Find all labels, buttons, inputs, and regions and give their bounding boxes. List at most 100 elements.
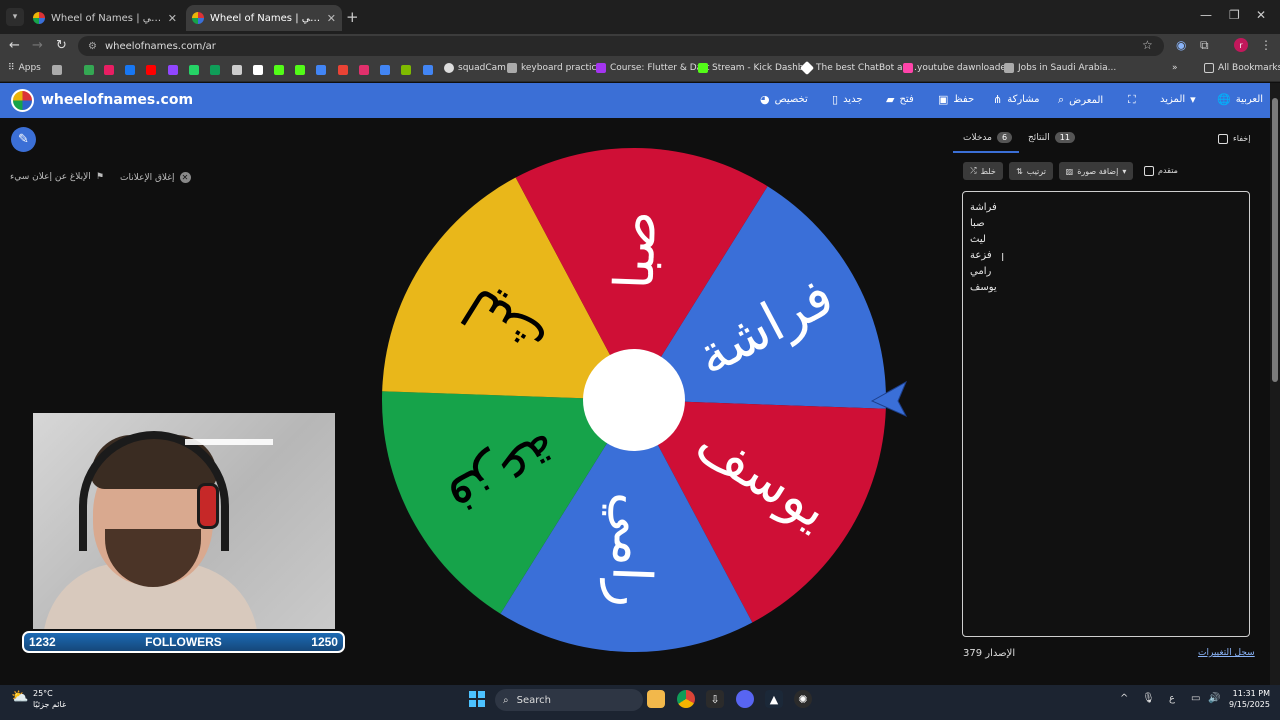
- kick-icon: [698, 63, 708, 73]
- chrome-icon[interactable]: [677, 690, 695, 708]
- browser-tab-1[interactable]: Wheel of Names | عجلة الاسم العشوائي ✕: [27, 5, 183, 31]
- changelog-link[interactable]: سجل التغييرات: [1198, 648, 1255, 658]
- close-icon[interactable]: ✕: [168, 12, 177, 25]
- bookmark-squadcam[interactable]: squadCam: [444, 63, 506, 73]
- close-ads-link[interactable]: إغلاق الإعلانات ✕: [120, 172, 191, 183]
- new-tab-button[interactable]: +: [346, 8, 359, 26]
- bookmark-icon[interactable]: [232, 65, 242, 75]
- entry-line: يوسف: [970, 282, 997, 293]
- site-info-icon[interactable]: ⚙: [88, 41, 97, 52]
- restore-icon[interactable]: ❐: [1229, 8, 1240, 22]
- instagram-icon[interactable]: [359, 65, 369, 75]
- bookmark-flutter-course[interactable]: Course: Flutter & Dart: [596, 63, 709, 73]
- save-button[interactable]: ▣ حفظ: [938, 93, 974, 106]
- edit-pencil-button[interactable]: ✎: [11, 127, 36, 152]
- bookmark-youtube-downloader[interactable]: youtube dawnloader: [903, 63, 1010, 73]
- kick-icon[interactable]: [295, 65, 305, 75]
- tray-overflow-icon[interactable]: ^: [1120, 693, 1128, 704]
- bookmark-jobs-saudi[interactable]: Jobs in Saudi Arabia...: [1004, 63, 1116, 73]
- site-logo-text[interactable]: wheelofnames.com: [41, 92, 193, 108]
- report-ad-link[interactable]: الإبلاغ عن إعلان سيء ⚑: [10, 172, 104, 182]
- shuffle-button[interactable]: ⤮ خلط: [963, 162, 1003, 180]
- profile-avatar[interactable]: r: [1234, 38, 1248, 52]
- forward-icon[interactable]: →: [32, 38, 43, 53]
- whatsapp-icon[interactable]: [189, 65, 199, 75]
- scrollbar-thumb[interactable]: [1272, 98, 1278, 382]
- reload-icon[interactable]: ↻: [56, 38, 67, 53]
- bookmark-icon[interactable]: [338, 65, 348, 75]
- share-button[interactable]: ⋔ مشاركة: [993, 93, 1040, 106]
- file-explorer-icon[interactable]: [647, 690, 665, 708]
- drive-icon[interactable]: [210, 65, 220, 75]
- advanced-checkbox[interactable]: [1144, 166, 1154, 176]
- bookmark-chatbot[interactable]: The best ChatBot an...: [799, 60, 917, 76]
- save-icon: ▣: [938, 93, 949, 106]
- discord-icon[interactable]: [736, 690, 754, 708]
- bookmark-apps[interactable]: ⠿ Apps: [8, 63, 41, 73]
- wheel-center-hub[interactable]: [583, 349, 685, 451]
- bookmark-icon[interactable]: [84, 65, 94, 75]
- wheel-segment-label: صبا: [603, 210, 669, 291]
- new-button[interactable]: ▯ جديد: [832, 93, 863, 106]
- window-close-icon[interactable]: ✕: [1256, 8, 1266, 22]
- close-icon[interactable]: ✕: [327, 12, 336, 25]
- extension-icon[interactable]: ◉: [1176, 38, 1186, 52]
- bookmark-icon[interactable]: [104, 65, 114, 75]
- minimize-icon[interactable]: —: [1200, 8, 1212, 22]
- language-menu[interactable]: 🌐 العربية: [1217, 93, 1263, 106]
- weather-widget[interactable]: 25°C غائم جزئيًا: [33, 688, 66, 710]
- bookmark-keyboard-practice[interactable]: keyboard practice: [507, 63, 602, 73]
- back-icon[interactable]: ←: [9, 38, 20, 53]
- tab-entries[interactable]: مدخلات 6: [963, 132, 1013, 143]
- browser-tab-2[interactable]: Wheel of Names | عجلة الاسم العشوائي ✕: [186, 5, 342, 31]
- microphone-icon[interactable]: 🎙: [1142, 693, 1155, 704]
- entry-line: ليث: [970, 234, 986, 245]
- add-image-button[interactable]: ▨ إضافة صورة ▾: [1059, 162, 1133, 180]
- windows-start-icon[interactable]: [469, 691, 485, 707]
- translate-icon[interactable]: [316, 65, 326, 75]
- sort-button[interactable]: ⇅ ترتيب: [1009, 162, 1053, 180]
- microsoft-icon[interactable]: [401, 65, 411, 75]
- all-bookmarks[interactable]: All Bookmarks: [1204, 63, 1280, 73]
- address-bar[interactable]: ⚙ wheelofnames.com/ar: [78, 36, 1164, 56]
- twitch-icon[interactable]: [168, 65, 178, 75]
- youtube-icon[interactable]: [146, 65, 156, 75]
- entries-textarea[interactable]: فراشة صبا ليث فزعة رامي يوسف: [962, 191, 1250, 637]
- wheel-segment-label: رامي: [599, 491, 666, 608]
- name-wheel[interactable]: فراشةيوسفراميفزعةليثصبا: [370, 140, 920, 660]
- app-icon[interactable]: ⇩: [706, 690, 724, 708]
- bookmark-icon[interactable]: [274, 65, 284, 75]
- weather-cloud-sun-icon[interactable]: ⛅: [11, 689, 28, 705]
- search-icon: ⌕: [1058, 93, 1065, 106]
- more-menu[interactable]: المزيد ▾: [1160, 93, 1196, 106]
- browser-menu-icon[interactable]: ⋮: [1260, 38, 1272, 52]
- globe-icon: 🌐: [1217, 93, 1231, 106]
- tab-title: Wheel of Names | عجلة الاسم العشوائي: [210, 12, 321, 24]
- share-icon: ⋔: [993, 93, 1003, 106]
- app-icon[interactable]: ✺: [794, 690, 812, 708]
- volume-icon[interactable]: 🔊: [1208, 693, 1220, 704]
- tab-results[interactable]: النتائج 11: [1028, 132, 1075, 143]
- folder-icon: ▰: [886, 93, 895, 106]
- open-button[interactable]: ▰ فتح: [886, 93, 914, 106]
- steam-icon[interactable]: ▲: [765, 690, 783, 708]
- taskbar-search[interactable]: ⌕ Search: [495, 689, 643, 711]
- bookmark-icon[interactable]: [423, 65, 433, 75]
- entry-line: رامي: [970, 266, 992, 277]
- tab-search-button[interactable]: ▾: [6, 8, 24, 26]
- network-icon[interactable]: ▭: [1191, 693, 1200, 704]
- bookmark-icon[interactable]: [380, 65, 390, 75]
- taskbar-clock[interactable]: 11:31 PM 9/15/2025: [1228, 688, 1270, 710]
- customize-button[interactable]: ◕ تخصيص: [760, 93, 808, 106]
- grid-icon[interactable]: [52, 65, 62, 75]
- hide-checkbox[interactable]: [1218, 134, 1228, 144]
- bookmarks-overflow-icon[interactable]: »: [1172, 63, 1178, 73]
- wheel-logo-icon[interactable]: [11, 89, 34, 112]
- github-icon[interactable]: [253, 65, 263, 75]
- bookmark-kick-dashboard[interactable]: Stream - Kick Dashb...: [698, 63, 812, 73]
- input-language[interactable]: ع: [1169, 693, 1175, 704]
- gallery-button[interactable]: ⌕ المعرض: [1058, 93, 1103, 107]
- extensions-puzzle-icon[interactable]: ⧉: [1200, 38, 1209, 53]
- fullscreen-button[interactable]: ⛶: [1128, 93, 1136, 107]
- facebook-icon[interactable]: [125, 65, 135, 75]
